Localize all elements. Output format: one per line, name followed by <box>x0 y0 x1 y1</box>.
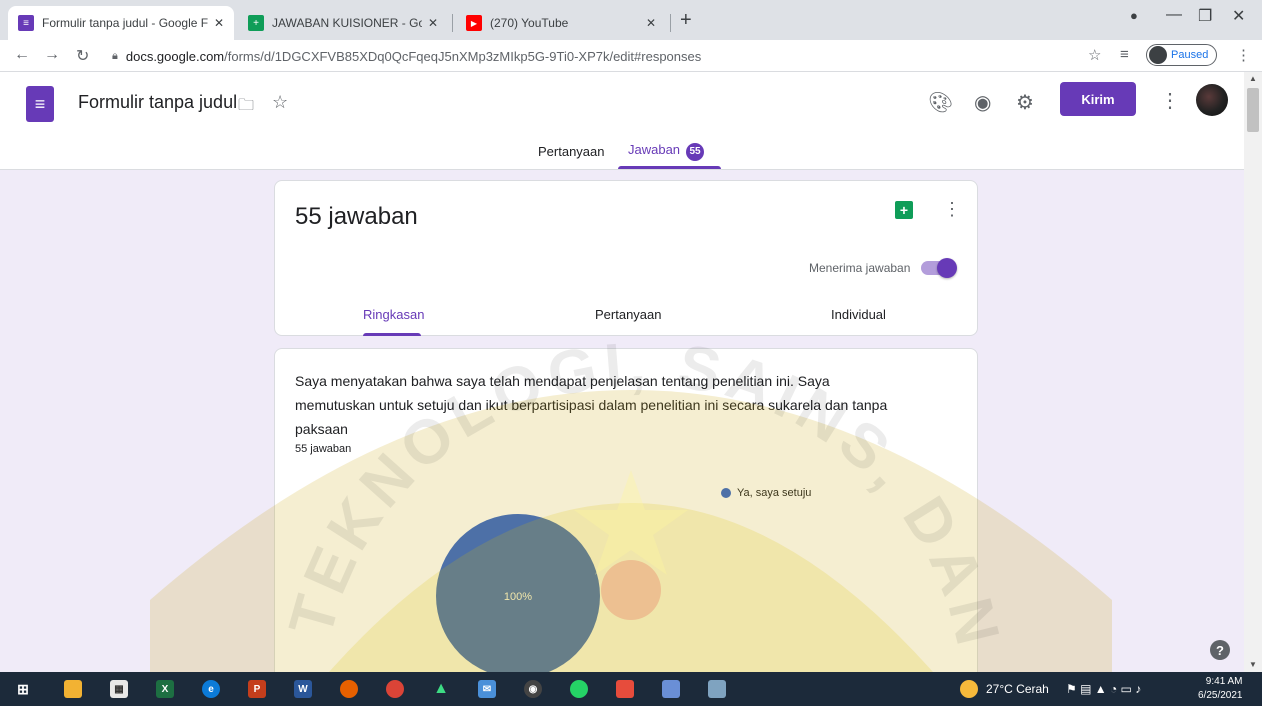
reload-icon[interactable]: ↻ <box>76 46 89 66</box>
response-count-badge: 55 <box>686 142 705 161</box>
chrome-icon[interactable] <box>386 680 404 698</box>
edge-icon[interactable]: e <box>202 680 220 698</box>
scroll-thumb[interactable] <box>1247 88 1259 132</box>
app-red-icon[interactable] <box>616 680 634 698</box>
responses-title: 55 jawaban <box>295 203 418 230</box>
scroll-down-icon[interactable]: ▼ <box>1249 660 1257 669</box>
tab-separator <box>670 14 671 32</box>
back-icon[interactable]: ← <box>14 46 30 64</box>
google-sheets-icon: + <box>248 15 264 31</box>
clock-time: 9:41 AM <box>1205 676 1243 687</box>
account-avatar[interactable] <box>1196 84 1228 116</box>
accepting-responses-label: Menerima jawaban <box>809 261 911 275</box>
chart-legend: Ya, saya setuju <box>721 487 811 499</box>
close-window-icon[interactable]: ✕ <box>1232 6 1245 26</box>
taskbar-clock[interactable]: 9:41 AM 6/25/2021 <box>1198 675 1243 703</box>
app-green-icon[interactable]: ▲ <box>432 680 450 698</box>
profile-dot-icon[interactable]: ● <box>1130 8 1138 23</box>
profile-paused-button[interactable]: Paused <box>1146 44 1218 66</box>
palette-icon[interactable]: 🎨︎ <box>928 90 953 115</box>
send-button[interactable]: Kirim <box>1060 82 1136 116</box>
media-queue-icon[interactable]: ≡ <box>1120 46 1129 63</box>
minimize-icon[interactable]: — <box>1166 6 1182 24</box>
question-response-count: 55 jawaban <box>295 443 352 455</box>
app-blue-icon[interactable] <box>708 680 726 698</box>
whatsapp-icon[interactable] <box>570 680 588 698</box>
close-tab-icon[interactable]: ✕ <box>214 16 224 30</box>
responses-summary-card: 55 jawaban + ⋮ Menerima jawaban Ringkasa… <box>274 180 978 336</box>
question-text: Saya menyatakan bahwa saya telah mendapa… <box>295 373 888 437</box>
scroll-up-icon[interactable]: ▲ <box>1249 74 1257 83</box>
tab-title: JAWABAN KUISIONER - Google S <box>272 16 422 30</box>
excel-icon[interactable]: X <box>156 680 174 698</box>
firefox-icon[interactable] <box>340 680 358 698</box>
windows-taskbar: ⊞ ▦ X e P W ▲ ✉ ◉ 27°C Cerah ⚑ ▤ ▲ ◔ ▭ ♪… <box>0 672 1262 706</box>
summary-tab-indicator <box>363 333 421 336</box>
tab-question[interactable]: Pertanyaan <box>595 307 662 322</box>
pie-slice-label: 100% <box>504 591 532 603</box>
tab-title: Formulir tanpa judul - Google Fo <box>42 16 208 30</box>
tab-separator <box>452 14 453 32</box>
lock-icon: 🔒︎ <box>112 49 118 62</box>
legend-swatch <box>721 488 731 498</box>
folder-icon[interactable]: 🗀 <box>238 94 254 121</box>
bookmark-star-icon[interactable]: ☆ <box>1088 46 1101 64</box>
more-options-icon[interactable]: ⋮ <box>1160 88 1180 113</box>
browser-toolbar: ← → ↻ 🔒︎ docs.google.com/forms/d/1DGCXFV… <box>0 40 1262 72</box>
clock-date: 6/25/2021 <box>1198 690 1243 701</box>
url-path: /forms/d/1DGCXFVB85XDq0QcFqeqJ5nXMp3zMIk… <box>224 48 702 64</box>
chrome-menu-icon[interactable]: ⋮ <box>1236 46 1251 64</box>
tab-responses-label: Jawaban <box>628 142 681 157</box>
google-forms-logo-icon[interactable]: ≡ <box>26 86 54 122</box>
forms-header: ≡ Formulir tanpa judul 🗀 ☆ 🎨︎ ◉ ⚙ Kirim … <box>0 72 1244 170</box>
google-forms-icon: ≡ <box>18 15 34 31</box>
tab-responses[interactable]: Jawaban 55 <box>628 142 705 161</box>
address-bar[interactable]: 🔒︎ docs.google.com/forms/d/1DGCXFVB85XDq… <box>112 44 1172 68</box>
active-tab-indicator <box>618 166 721 169</box>
tab-sheets[interactable]: + JAWABAN KUISIONER - Google S ✕ <box>238 6 448 40</box>
responses-more-icon[interactable]: ⋮ <box>943 199 961 220</box>
file-explorer-icon[interactable] <box>64 680 82 698</box>
tab-individual[interactable]: Individual <box>831 307 886 322</box>
windows-start-icon[interactable]: ⊞ <box>14 680 32 698</box>
tab-summary[interactable]: Ringkasan <box>363 307 424 322</box>
profile-avatar <box>1149 46 1167 64</box>
tab-title: (270) YouTube <box>490 16 569 30</box>
weather-icon[interactable] <box>960 680 978 698</box>
new-tab-button[interactable]: + <box>680 9 692 32</box>
photos-icon[interactable] <box>662 680 680 698</box>
weather-text[interactable]: 27°C Cerah <box>986 682 1049 696</box>
paused-label: Paused <box>1171 49 1209 61</box>
preview-eye-icon[interactable]: ◉ <box>974 90 991 115</box>
tray-icons[interactable]: ⚑ ▤ ▲ ◔ ▭ ♪ <box>1066 682 1141 696</box>
powerpoint-icon[interactable]: P <box>248 680 266 698</box>
forward-icon[interactable]: → <box>44 46 60 64</box>
accepting-responses-toggle[interactable] <box>921 258 957 278</box>
mail-icon[interactable]: ✉ <box>478 680 496 698</box>
tab-forms[interactable]: ≡ Formulir tanpa judul - Google Fo ✕ <box>8 6 234 40</box>
youtube-icon: ▶ <box>466 15 482 31</box>
word-icon[interactable]: W <box>294 680 312 698</box>
form-title[interactable]: Formulir tanpa judul <box>78 92 237 113</box>
store-icon[interactable]: ▦ <box>110 680 128 698</box>
page-scrollbar[interactable]: ▲ ▼ <box>1244 72 1262 672</box>
close-tab-icon[interactable]: ✕ <box>646 16 656 30</box>
question-summary-card: Saya menyatakan bahwa saya telah mendapa… <box>274 348 978 688</box>
toggle-knob <box>937 258 957 278</box>
sheets-link-icon[interactable]: + <box>895 201 913 219</box>
browser-tab-strip: ≡ Formulir tanpa judul - Google Fo ✕ + J… <box>0 0 1262 40</box>
pie-chart: 100% <box>436 514 600 678</box>
tab-questions[interactable]: Pertanyaan <box>538 144 605 159</box>
settings-gear-icon[interactable]: ⚙ <box>1016 90 1034 115</box>
restore-icon[interactable]: ❐ <box>1198 6 1212 26</box>
star-icon[interactable]: ☆ <box>272 92 288 113</box>
legend-label: Ya, saya setuju <box>737 487 812 499</box>
media-player-icon[interactable]: ◉ <box>524 680 542 698</box>
close-tab-icon[interactable]: ✕ <box>428 16 438 30</box>
tab-youtube[interactable]: ▶ (270) YouTube ✕ <box>456 6 666 40</box>
url-host: docs.google.com <box>125 48 225 64</box>
help-icon[interactable]: ? <box>1210 640 1230 660</box>
